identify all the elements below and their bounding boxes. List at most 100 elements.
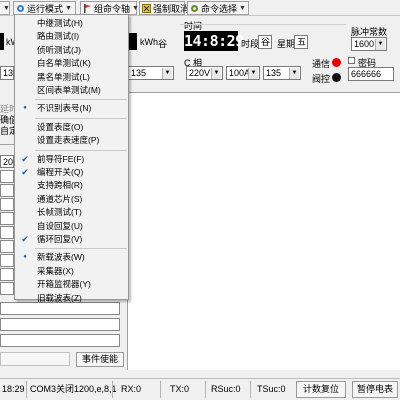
list-item[interactable] [0, 198, 14, 211]
voltage-value: 220V [189, 68, 211, 78]
list-item[interactable] [0, 170, 14, 183]
run-mode-label: 运行模式 [27, 3, 64, 14]
checkmark-icon: ✔ [21, 234, 29, 244]
chevron-down-icon: ▼ [65, 4, 72, 12]
menu-item[interactable]: ✔ 编程开关(Q) [15, 166, 128, 179]
menu-item-label: 不识别表号(N) [37, 103, 92, 114]
menu-item[interactable]: 自设回复(U) [15, 220, 128, 233]
menu-item-mark [19, 293, 31, 304]
c-third-value: 135 [266, 68, 282, 78]
menu-item-label: 编程开关(Q) [37, 167, 84, 177]
b-group-select[interactable]: 135 ▼ [128, 66, 174, 80]
menu-item-label: 自设回复(U) [37, 220, 83, 231]
status-rx: RX:0 [121, 384, 142, 394]
chevron-down-icon[interactable]: ▼ [289, 68, 299, 79]
menu-item[interactable]: ✔ 前导符FE(F) [15, 153, 128, 166]
log-output-area[interactable] [128, 92, 400, 370]
reset-count-button[interactable]: 计数复位 [296, 381, 346, 398]
list-item[interactable] [0, 226, 14, 239]
menu-item[interactable]: 采集器(X) [15, 265, 128, 278]
command-select-label: 命令选择 [201, 3, 238, 14]
current-select[interactable]: 100A ▼ [226, 66, 260, 80]
time-clock-display: 14:8:29 [184, 31, 244, 51]
menu-item-label: 设置表度(O) [37, 121, 84, 132]
chevron-down-icon[interactable]: ▼ [162, 68, 172, 79]
menu-item[interactable]: 侦听测试(J) [15, 44, 128, 57]
force-cancel-button[interactable]: 强制取消 [139, 1, 189, 15]
menu-item[interactable]: 支持跨相(R) [15, 179, 128, 192]
voltage-select[interactable]: 220V ▼ [186, 66, 223, 80]
disabled-button [0, 352, 70, 366]
list-item[interactable] [0, 184, 14, 197]
run-mode-menu: 中继测试(H) 路由测试(I) 侦听测试(J) 白名单测试(K) 黑名单测试(L) 区间表… [14, 14, 129, 303]
c-third-select[interactable]: 135 ▼ [263, 66, 301, 80]
year-field[interactable]: 2003 [0, 155, 14, 168]
list-item[interactable] [0, 268, 14, 281]
chevron-down-icon[interactable]: ▼ [375, 39, 385, 50]
status-tsuc: TSuc:0 [257, 384, 286, 394]
menu-item-label: 旧载波表(Z) [37, 292, 82, 303]
weekday-label: 星期 [277, 39, 296, 49]
chevron-down-icon: ▼ [132, 4, 139, 12]
group-command-dropdown[interactable]: 组命令轴 ▼ [80, 1, 139, 15]
menu-item-label: 通道芯片(S) [37, 193, 83, 204]
menu-item[interactable]: ● 不识别表号(N) [15, 102, 128, 115]
menu-item[interactable]: 路由测试(I) [15, 30, 128, 43]
status-divider [160, 381, 161, 398]
menu-item-mark [19, 85, 31, 96]
period-label: 时段 [241, 39, 260, 49]
menu-item[interactable]: 旧载波表(Z) [15, 292, 128, 305]
status-divider [205, 381, 206, 398]
menu-item[interactable]: 白名单测试(K) [15, 57, 128, 70]
menu-item-label: 路由测试(I) [37, 31, 80, 42]
password-checkbox[interactable] [348, 57, 355, 64]
radio-bullet-icon: ● [23, 105, 27, 112]
menu-item-mark [19, 18, 31, 29]
menu-item[interactable]: 设置走表速度(P) [15, 134, 128, 147]
list-item[interactable] [0, 282, 14, 295]
time-group-border [180, 24, 346, 25]
pulse-constant-select[interactable]: 1600 ▼ [351, 37, 387, 51]
status-com-port: COM3关闭1200,e,8,1 [30, 384, 117, 394]
menu-item-mark [19, 180, 31, 191]
kwh-unit-label: kWh [140, 37, 158, 47]
menu-item[interactable]: 通道芯片(S) [15, 193, 128, 206]
menu-item[interactable]: 设置表度(O) [15, 121, 128, 134]
chevron-down-icon[interactable]: ▼ [248, 68, 258, 79]
a-group-value: 135 [3, 68, 14, 78]
pause-meter-button[interactable]: 暂停电表 [352, 381, 398, 398]
list-item[interactable] [0, 212, 14, 225]
menu-item-mark [19, 207, 31, 218]
checkmark-icon: ✔ [21, 167, 29, 177]
status-divider [112, 381, 113, 398]
menu-item-label: 开箱监视器(Y) [37, 279, 91, 290]
menu-item-label: 新载波表(W) [37, 252, 85, 263]
menu-item[interactable]: ● 新载波表(W) [15, 251, 128, 264]
menu-item[interactable]: 开箱监视器(Y) [15, 278, 128, 291]
command-select-dropdown[interactable]: 命令选择 ▼ [187, 1, 249, 15]
menu-item-mark [19, 266, 31, 277]
radio-bullet-icon: ● [23, 254, 27, 261]
chevron-down-icon[interactable]: ▼ [211, 68, 221, 79]
list-item[interactable] [0, 254, 14, 267]
menu-item[interactable]: 区间表单测试(M) [15, 84, 128, 97]
chevron-down-icon: ▼ [3, 4, 10, 12]
a-group-select[interactable]: 135 [0, 66, 14, 80]
menu-item[interactable]: 长帧测试(T) [15, 206, 128, 219]
event-enable-button[interactable]: 事件使能 [76, 352, 124, 367]
list-item[interactable] [0, 334, 120, 347]
checkmark-icon: ✔ [21, 153, 29, 164]
status-bar: 18:29 COM3关闭1200,e,8,1 RX:0 TX:0 RSuc:0 … [0, 378, 400, 400]
password-field[interactable]: 666666 [348, 67, 394, 81]
menu-item[interactable]: 黑名单测试(L) [15, 71, 128, 84]
list-item[interactable] [0, 240, 14, 253]
toolbar-scroll-caret[interactable]: ▼ [0, 1, 10, 15]
menu-item[interactable]: 中继测试(H) [15, 17, 128, 30]
menu-item[interactable]: ✔ 循环回复(V) [15, 233, 128, 246]
list-item[interactable] [0, 318, 120, 331]
run-mode-dropdown[interactable]: 运行模式 ▼ [13, 1, 76, 15]
status-rsuc: RSuc:0 [211, 384, 241, 394]
menu-separator [35, 149, 127, 151]
menu-item-label: 前导符FE(F) [37, 153, 85, 164]
menu-item-label: 中继测试(H) [37, 18, 83, 28]
